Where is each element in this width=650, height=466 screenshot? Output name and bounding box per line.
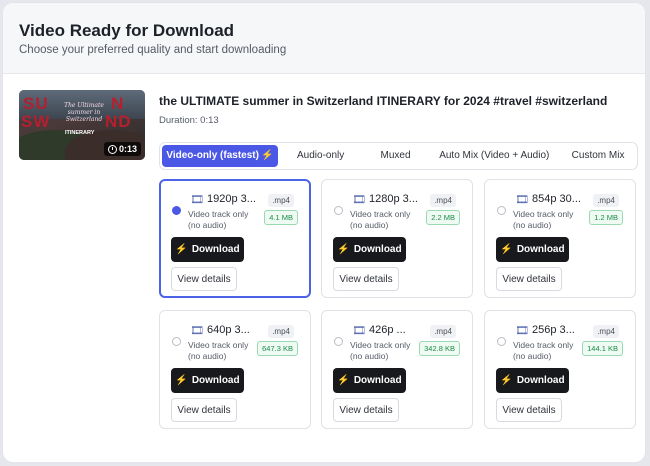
film-icon: 🎞	[190, 194, 204, 206]
download-button[interactable]: ⚡ Download	[496, 368, 569, 393]
quality-radio[interactable]	[334, 206, 343, 215]
download-label: Download	[516, 375, 565, 386]
card-track-info: Video track only	[513, 209, 574, 219]
size-badge: 144.1 KB	[582, 341, 623, 356]
format-badge: .mp4	[593, 194, 619, 207]
size-badge: 647.3 KB	[257, 341, 298, 356]
card-audio-info: (no audio)	[350, 351, 389, 361]
thumbnail-itinerary-text: ITINERARY	[65, 130, 95, 136]
film-icon: 🎞	[190, 325, 204, 337]
film-icon: 🎞	[352, 194, 366, 206]
format-badge: .mp4	[430, 194, 456, 207]
view-details-button[interactable]: View details	[333, 398, 399, 422]
quality-card[interactable]: 🎞 426p ... .mp4 Video track only (no aud…	[321, 310, 473, 429]
quality-radio[interactable]	[172, 206, 181, 215]
download-button[interactable]: ⚡ Download	[496, 237, 569, 262]
size-badge: 1.2 MB	[589, 210, 623, 225]
quality-radio[interactable]	[334, 337, 343, 346]
card-resolution: 426p ...	[369, 324, 406, 336]
quality-card[interactable]: 🎞 854p 30... .mp4 Video track only (no a…	[484, 179, 636, 298]
video-title: the ULTIMATE summer in Switzerland ITINE…	[159, 94, 608, 108]
format-badge: .mp4	[268, 325, 294, 338]
panel-header: Video Ready for Download Choose your pre…	[3, 3, 645, 74]
card-track-info: Video track only	[188, 340, 249, 350]
quality-radio[interactable]	[497, 206, 506, 215]
format-badge: .mp4	[430, 325, 456, 338]
quality-radio[interactable]	[497, 337, 506, 346]
download-button[interactable]: ⚡ Download	[171, 368, 244, 393]
quality-card[interactable]: 🎞 1920p 3... .mp4 Video track only (no a…	[159, 179, 311, 298]
tab-muxed[interactable]: Muxed	[364, 145, 428, 167]
size-badge: 2.2 MB	[426, 210, 460, 225]
tab-label: Video-only (fastest)	[166, 150, 259, 161]
lightning-icon: ⚡	[500, 244, 513, 255]
thumbnail-title-text: SU	[23, 94, 49, 113]
lightning-icon: ⚡	[500, 375, 513, 386]
tab-video-only[interactable]: Video-only (fastest) ⚡	[162, 145, 278, 167]
card-resolution: 1920p 3...	[207, 193, 256, 205]
card-resolution: 854p 30...	[532, 193, 581, 205]
film-icon: 🎞	[515, 325, 529, 337]
film-icon: 🎞	[515, 194, 529, 206]
download-label: Download	[516, 244, 565, 255]
quality-card[interactable]: 🎞 1280p 3... .mp4 Video track only (no a…	[321, 179, 473, 298]
duration-badge-text: 0:13	[118, 144, 137, 154]
thumbnail-script-text: The Ultimate summer in Switzerland	[64, 102, 104, 123]
tab-custom-mix[interactable]: Custom Mix	[561, 145, 635, 167]
view-details-button[interactable]: View details	[333, 267, 399, 291]
mode-tabs: Video-only (fastest) ⚡ Audio-only Muxed A…	[159, 142, 638, 170]
lightning-icon: ⚡	[260, 150, 274, 161]
card-audio-info: (no audio)	[513, 220, 552, 230]
quality-card[interactable]: 🎞 256p 3... .mp4 Video track only (no au…	[484, 310, 636, 429]
tab-audio-only[interactable]: Audio-only	[278, 145, 364, 167]
size-badge: 342.8 KB	[419, 341, 460, 356]
card-track-info: Video track only	[350, 209, 411, 219]
card-audio-info: (no audio)	[188, 220, 227, 230]
page-subtitle: Choose your preferred quality and start …	[19, 44, 287, 56]
download-label: Download	[191, 244, 240, 255]
card-track-info: Video track only	[350, 340, 411, 350]
lightning-icon: ⚡	[337, 244, 350, 255]
card-audio-info: (no audio)	[513, 351, 552, 361]
lightning-icon: ⚡	[337, 375, 350, 386]
film-icon: 🎞	[352, 325, 366, 337]
format-badge: .mp4	[268, 194, 294, 207]
quality-radio[interactable]	[172, 337, 181, 346]
video-duration: Duration: 0:13	[159, 115, 219, 126]
download-label: Download	[191, 375, 240, 386]
card-resolution: 256p 3...	[532, 324, 575, 336]
view-details-button[interactable]: View details	[171, 267, 237, 291]
card-resolution: 1280p 3...	[369, 193, 418, 205]
duration-badge: 0:13	[103, 142, 141, 156]
lightning-icon: ⚡	[175, 375, 188, 386]
clock-icon	[107, 144, 117, 154]
download-button[interactable]: ⚡ Download	[333, 237, 406, 262]
download-label: Download	[353, 375, 402, 386]
card-track-info: Video track only	[188, 209, 249, 219]
quality-card[interactable]: 🎞 640p 3... .mp4 Video track only (no au…	[159, 310, 311, 429]
size-badge: 4.1 MB	[264, 210, 298, 225]
view-details-button[interactable]: View details	[171, 398, 237, 422]
download-panel: Video Ready for Download Choose your pre…	[3, 3, 645, 462]
card-audio-info: (no audio)	[188, 351, 227, 361]
card-audio-info: (no audio)	[350, 220, 389, 230]
view-details-button[interactable]: View details	[496, 267, 562, 291]
download-button[interactable]: ⚡ Download	[171, 237, 244, 262]
view-details-button[interactable]: View details	[496, 398, 562, 422]
tab-auto-mix[interactable]: Auto Mix (Video + Audio)	[427, 145, 561, 167]
download-button[interactable]: ⚡ Download	[333, 368, 406, 393]
video-thumbnail[interactable]: SU SW N ND The Ultimate summer in Switze…	[19, 90, 145, 160]
page-title: Video Ready for Download	[19, 21, 235, 40]
lightning-icon: ⚡	[175, 244, 188, 255]
thumbnail-title-text: SW	[21, 112, 51, 131]
format-badge: .mp4	[593, 325, 619, 338]
card-resolution: 640p 3...	[207, 324, 250, 336]
thumbnail-title-text: N	[111, 94, 125, 113]
card-track-info: Video track only	[513, 340, 574, 350]
download-label: Download	[353, 244, 402, 255]
